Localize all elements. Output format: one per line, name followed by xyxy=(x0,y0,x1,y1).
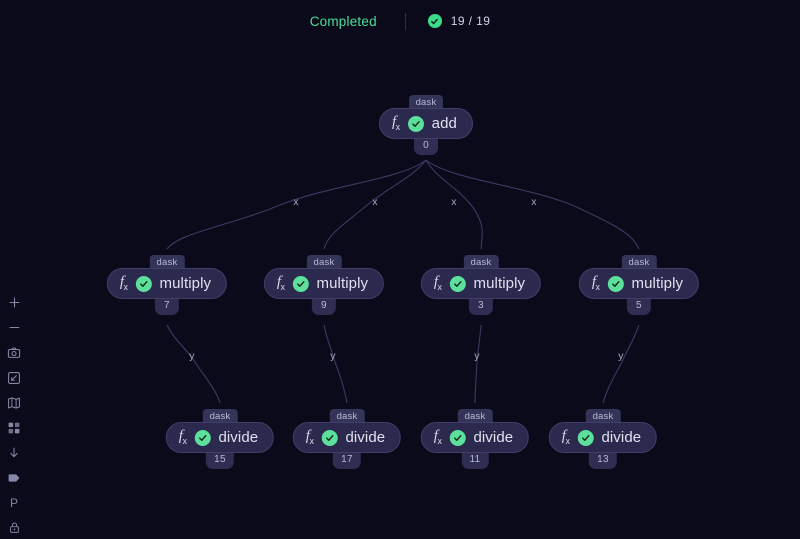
node-status-check-icon xyxy=(407,115,424,132)
progress-count: 19 / 19 xyxy=(450,14,491,28)
graph-node-divide4[interactable]: dask fx divide 13 xyxy=(548,409,658,469)
node-status-check-icon xyxy=(577,429,594,446)
node-badge: 13 xyxy=(589,451,617,469)
function-fx-icon: fx xyxy=(561,428,570,446)
lock-icon xyxy=(9,522,19,533)
node-body[interactable]: fx multiply xyxy=(106,268,228,299)
node-badge: 17 xyxy=(333,451,361,469)
graph-node-divide3[interactable]: dask fx divide 11 xyxy=(420,409,530,469)
edge-label: y xyxy=(330,350,336,362)
node-status-check-icon xyxy=(292,275,309,292)
node-status-check-icon xyxy=(194,429,211,446)
node-badge: 3 xyxy=(468,297,493,315)
dask-graph-view: Completed 19 / 19 P x x x x y y y y dask… xyxy=(0,0,800,539)
minimap-button[interactable] xyxy=(0,390,28,415)
function-fx-icon: fx xyxy=(119,274,128,292)
letter-p-icon: P xyxy=(9,495,18,510)
node-label: multiply xyxy=(159,275,212,292)
node-body[interactable]: fx add xyxy=(379,108,473,139)
edge-label: y xyxy=(618,350,624,362)
node-status-check-icon xyxy=(135,275,152,292)
node-label: divide xyxy=(601,429,642,446)
function-fx-icon: fx xyxy=(178,428,187,446)
node-status-check-icon xyxy=(449,429,466,446)
function-fx-icon: fx xyxy=(433,274,442,292)
download-button[interactable] xyxy=(0,440,28,465)
node-badge: 9 xyxy=(311,297,336,315)
plus-icon xyxy=(8,297,20,308)
graph-node-multiply2[interactable]: dask fx multiply 9 xyxy=(263,255,385,315)
node-body[interactable]: fx divide xyxy=(548,422,658,453)
node-body[interactable]: fx divide xyxy=(420,422,530,453)
edge-label: x xyxy=(531,196,537,208)
node-label: divide xyxy=(218,429,259,446)
graph-edge xyxy=(166,324,221,404)
function-fx-icon: fx xyxy=(276,274,285,292)
graph-edge xyxy=(602,324,640,404)
graph-edge xyxy=(323,324,348,404)
header-divider xyxy=(404,12,406,30)
graph-node-multiply1[interactable]: dask fx multiply 7 xyxy=(106,255,228,315)
node-body[interactable]: fx multiply xyxy=(420,268,542,299)
node-badge: 0 xyxy=(414,137,438,155)
node-label: divide xyxy=(473,429,514,446)
graph-node-divide1[interactable]: dask fx divide 15 xyxy=(165,409,275,469)
fit-screen-icon xyxy=(8,371,20,384)
function-fx-icon: fx xyxy=(433,428,442,446)
graph-canvas[interactable]: xxxxyyyy dask fx add 0 dask fx multiply 7 dask fx… xyxy=(0,0,800,539)
function-fx-icon: fx xyxy=(305,428,314,446)
node-body[interactable]: fx divide xyxy=(165,422,275,453)
minus-icon xyxy=(8,326,20,329)
download-arrow-icon xyxy=(10,447,18,457)
layout-button[interactable] xyxy=(0,415,28,440)
graph-node-multiply4[interactable]: dask fx multiply 5 xyxy=(578,255,700,315)
zoom-out-button[interactable] xyxy=(0,315,28,340)
grid-icon xyxy=(8,422,20,433)
node-label: multiply xyxy=(631,275,684,292)
node-body[interactable]: fx divide xyxy=(292,422,402,453)
node-status-check-icon xyxy=(449,275,466,292)
node-badge: 7 xyxy=(154,297,179,315)
parameters-button[interactable]: P xyxy=(0,490,28,515)
edge-label: y xyxy=(189,350,195,362)
node-badge: 15 xyxy=(206,451,234,469)
node-body[interactable]: fx multiply xyxy=(263,268,385,299)
graph-node-divide2[interactable]: dask fx divide 17 xyxy=(292,409,402,469)
function-fx-icon: fx xyxy=(591,274,600,292)
screenshot-button[interactable] xyxy=(0,340,28,365)
graph-node-add[interactable]: dask fx add 0 xyxy=(379,95,473,155)
node-status-check-icon xyxy=(607,275,624,292)
node-label: multiply xyxy=(473,275,526,292)
graph-node-multiply3[interactable]: dask fx multiply 3 xyxy=(420,255,542,315)
fit-to-screen-button[interactable] xyxy=(0,365,28,390)
status-label: Completed xyxy=(309,13,377,29)
node-body[interactable]: fx multiply xyxy=(578,268,700,299)
toolbar-sidebar: P xyxy=(0,290,28,539)
node-badge: 5 xyxy=(626,297,651,315)
node-label: multiply xyxy=(316,275,369,292)
labels-button[interactable] xyxy=(0,465,28,490)
graph-edge xyxy=(474,324,482,404)
camera-icon xyxy=(7,347,21,358)
progress-group: 19 / 19 xyxy=(427,14,491,28)
edge-label: x xyxy=(451,196,457,208)
edge-label: x xyxy=(293,196,299,208)
status-header: Completed 19 / 19 xyxy=(0,0,800,42)
node-label: add xyxy=(431,115,457,132)
node-label: divide xyxy=(345,429,386,446)
node-badge: 11 xyxy=(461,451,489,469)
check-circle-icon xyxy=(427,14,442,28)
tag-icon xyxy=(8,473,20,482)
function-fx-icon: fx xyxy=(392,114,400,132)
edge-label: y xyxy=(474,350,480,362)
lock-button[interactable] xyxy=(0,515,28,539)
edge-label: x xyxy=(372,196,378,208)
map-icon xyxy=(8,396,20,409)
node-status-check-icon xyxy=(321,429,338,446)
zoom-in-button[interactable] xyxy=(0,290,28,315)
